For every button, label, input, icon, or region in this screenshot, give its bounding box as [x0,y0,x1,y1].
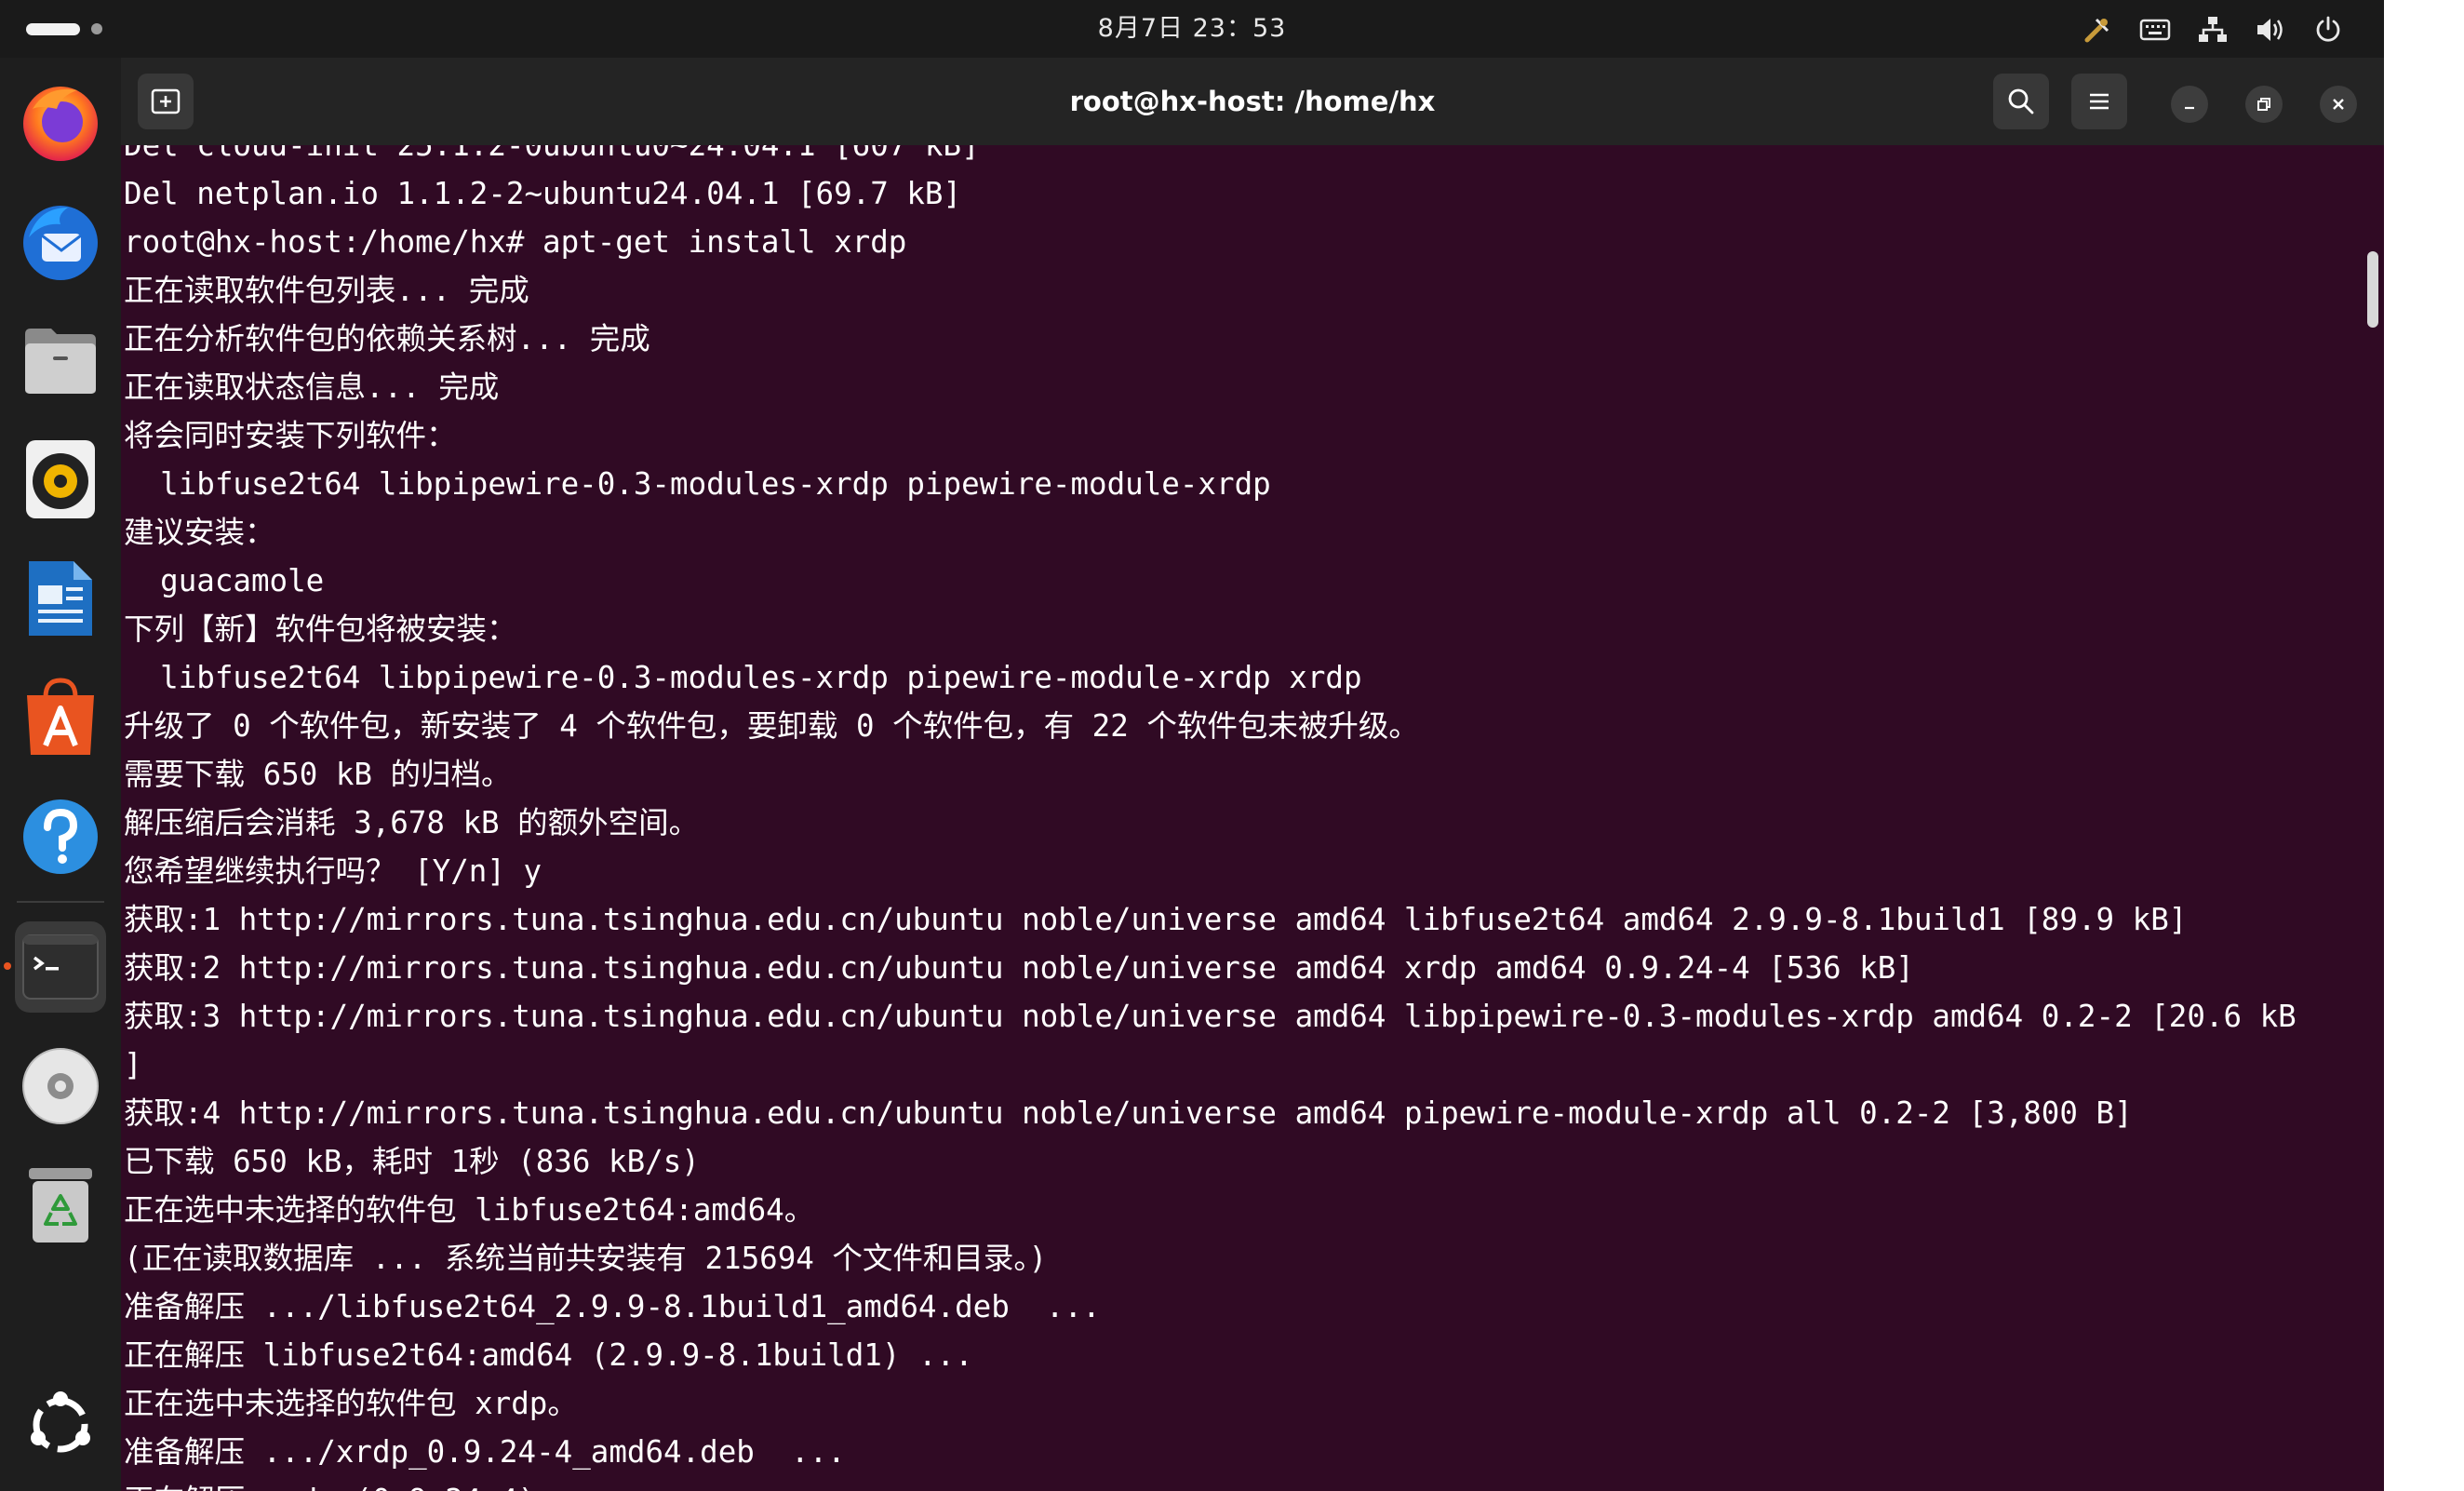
terminal-line: 正在选中未选择的软件包 xrdp。 [124,1386,578,1421]
minimize-button[interactable] [2171,86,2208,123]
hamburger-menu-icon [2090,93,2109,110]
terminal-line: 获取:1 http://mirrors.tuna.tsinghua.edu.cn… [124,902,2188,937]
keyboard-icon[interactable] [2136,11,2174,48]
terminal-line: libfuse2t64 libpipewire-0.3-modules-xrdp… [124,660,1362,695]
terminal-line: 您希望继续执行吗？ [Y/n] y [124,853,542,889]
terminal-line: 获取:3 http://mirrors.tuna.tsinghua.edu.cn… [124,999,2297,1034]
search-icon [2008,88,2034,114]
writer-icon[interactable] [15,553,106,644]
terminal-line: 准备解压 .../xrdp_0.9.24-4_amd64.deb ... [124,1434,846,1470]
search-button[interactable] [1993,74,2049,129]
help-icon[interactable] [15,791,106,882]
system-tray[interactable] [2079,11,2347,48]
maximize-button[interactable] [2245,86,2283,123]
files-icon[interactable] [15,315,106,406]
terminal-line: (正在读取数据库 ... 系统当前共安装有 215694 个文件和目录。) [124,1241,1048,1276]
terminal-scrollbar[interactable] [2367,251,2378,328]
volume-icon[interactable] [2252,11,2289,48]
power-icon[interactable] [2310,11,2347,48]
disc-icon[interactable] [15,1041,106,1132]
terminal-line: 正在解压 xrdp (0.9.24-4) ... [124,1476,609,1491]
terminal-line: 准备解压 .../libfuse2t64_2.9.9-8.1build1_amd… [124,1289,1101,1324]
top-bar: 8月7日 23：53 [0,0,2384,58]
terminal-line: 正在解压 libfuse2t64:amd64 (2.9.9-8.1build1)… [124,1337,973,1373]
terminal-line: 将会同时安装下列软件： [124,418,457,453]
running-indicator [4,962,11,970]
terminal-line: 正在读取状态信息... 完成 [124,369,500,405]
desktop: 8月7日 23：53 root@hx-host: /home/hx Del cl… [0,0,2384,1491]
terminal-line: 正在分析软件包的依赖关系树... 完成 [124,321,650,356]
trash-icon[interactable] [15,1160,106,1251]
terminal-line: libfuse2t64 libpipewire-0.3-modules-xrdp… [124,466,1271,502]
dock [0,58,121,1491]
app-center-icon[interactable] [15,672,106,763]
terminal-line: Del cloud-init 25.1.2-0ubuntu0~24.04.1 [… [124,145,980,163]
terminal-line: 获取:2 http://mirrors.tuna.tsinghua.edu.cn… [124,950,1914,986]
terminal-line: 正在读取软件包列表... 完成 [124,273,529,308]
accessibility-icon[interactable] [2079,11,2116,48]
terminal-line: 正在选中未选择的软件包 libfuse2t64:amd64。 [124,1192,815,1228]
terminal-line: guacamole [124,563,325,598]
minimize-icon [2185,106,2194,110]
terminal-line: 已下载 650 kB，耗时 1秒 (836 kB/s) [124,1144,700,1179]
firefox-icon[interactable] [15,76,106,168]
terminal-line: Del netplan.io 1.1.2-2~ubuntu24.04.1 [69… [124,176,962,211]
terminal-line: 解压缩后会消耗 3,678 kB 的额外空间。 [124,805,700,840]
terminal-line: ] [124,1047,142,1082]
terminal-output[interactable]: Del cloud-init 25.1.2-0ubuntu0~24.04.1 [… [121,145,2384,1491]
menu-button[interactable] [2071,74,2127,129]
window-headerbar[interactable]: root@hx-host: /home/hx [121,58,2384,145]
restore-icon [2257,98,2270,111]
terminal-line: 获取:4 http://mirrors.tuna.tsinghua.edu.cn… [124,1095,2133,1131]
show-apps-icon[interactable] [15,1379,106,1471]
clock[interactable]: 8月7日 23：53 [0,0,2384,58]
terminal-window: root@hx-host: /home/hx Del cloud-init 25… [121,58,2384,1491]
terminal-icon[interactable] [15,921,106,1013]
rhythmbox-icon[interactable] [15,434,106,525]
terminal-line: root@hx-host:/home/hx# apt-get install x… [124,224,907,260]
terminal-line: 升级了 0 个软件包，新安装了 4 个软件包，要卸载 0 个软件包，有 22 个… [124,708,1419,744]
terminal-line: 下列【新】软件包将被安装： [124,611,517,647]
terminal-line: 建议安装： [124,515,275,550]
network-icon[interactable] [2194,11,2231,48]
terminal-line: 需要下载 650 kB 的归档。 [124,757,512,792]
close-icon [2333,99,2344,110]
dock-separator [17,901,104,903]
close-button[interactable] [2320,86,2357,123]
thunderbird-icon[interactable] [15,195,106,287]
